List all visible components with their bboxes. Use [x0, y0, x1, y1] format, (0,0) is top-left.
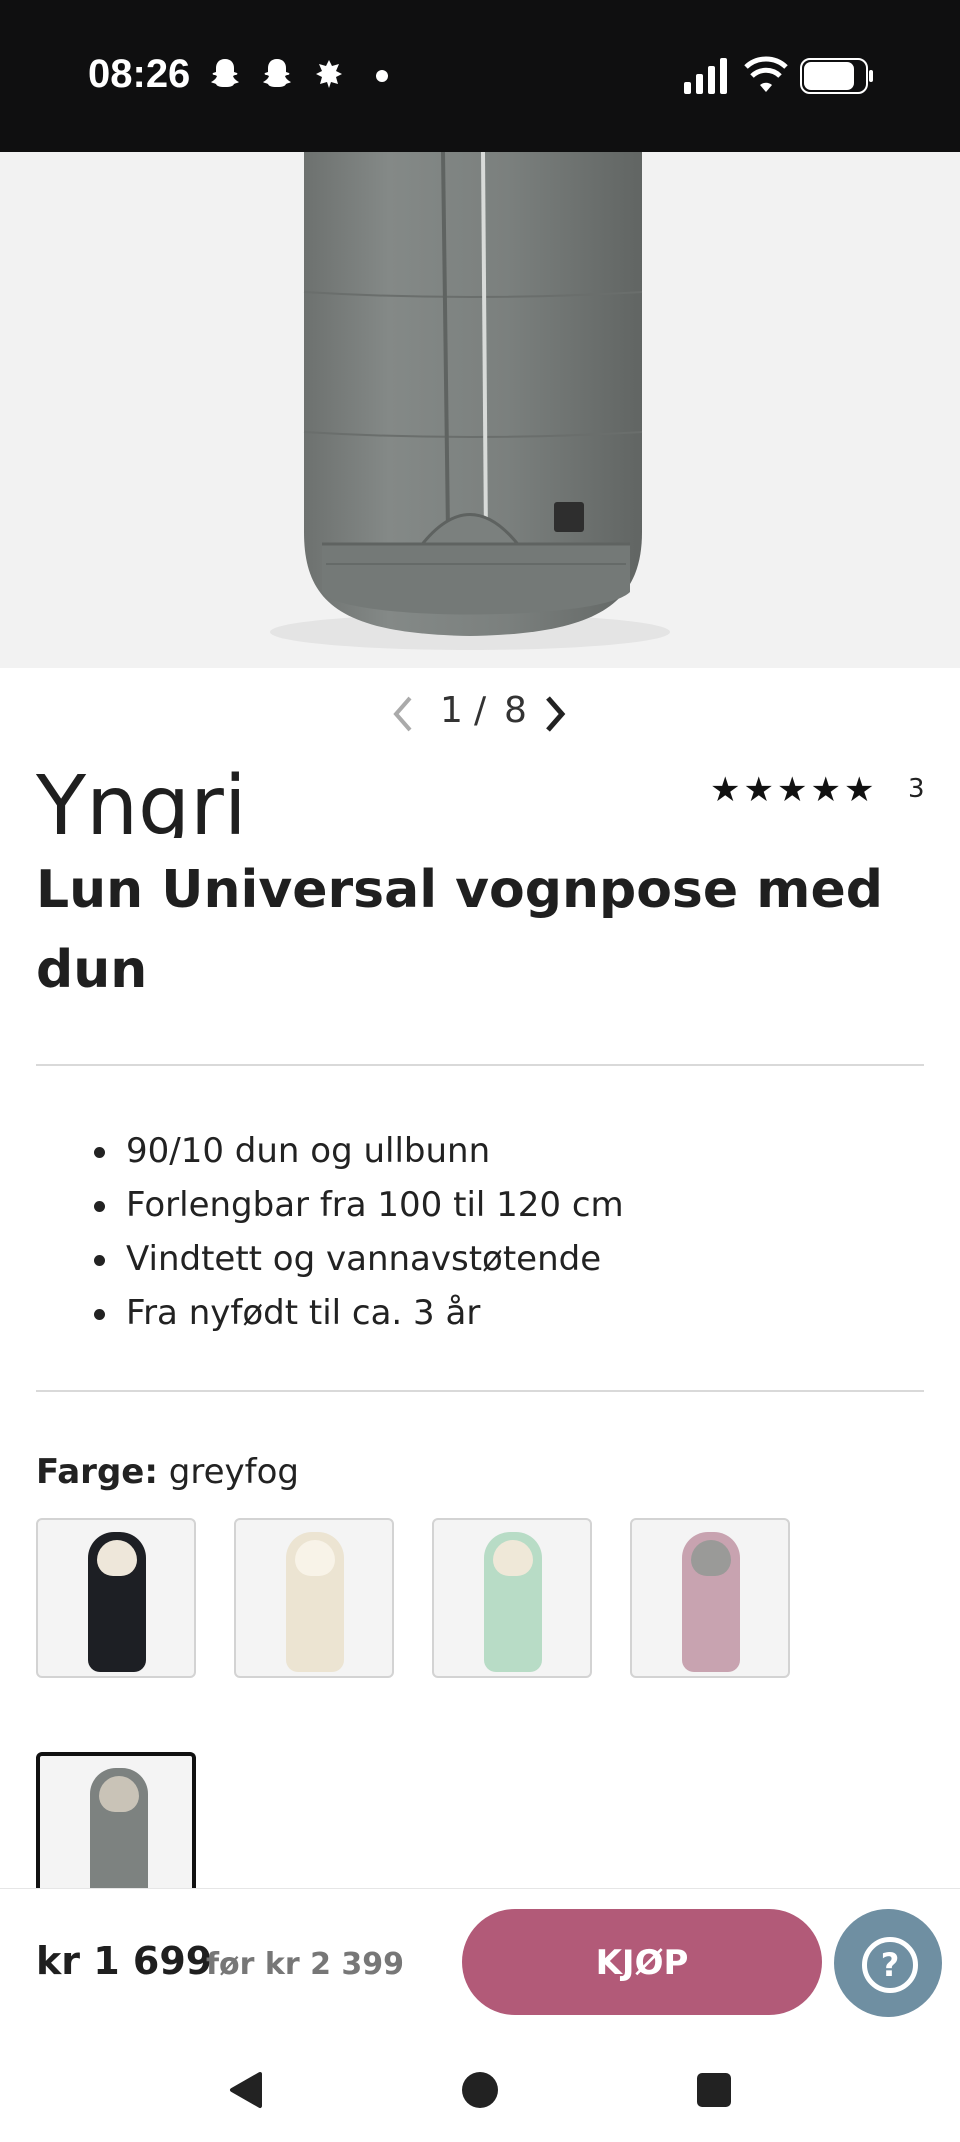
gallery-current: 1 — [440, 690, 463, 731]
star-icon: ★ — [776, 770, 811, 810]
swatch-image — [484, 1532, 542, 1672]
help-question-icon: ? — [862, 1937, 918, 1993]
rating-stars[interactable]: ★★★★★ — [710, 770, 877, 810]
star-icon: ★ — [743, 770, 777, 810]
yngri-logo: Yngri — [35, 759, 247, 854]
feature-item: 90/10 dun og ullbunn — [80, 1124, 624, 1178]
wifi-icon — [744, 56, 788, 92]
gallery-pager: 1 / 8 — [0, 690, 960, 740]
back-icon[interactable] — [228, 2070, 264, 2110]
swatch-mint[interactable] — [432, 1518, 592, 1678]
status-time: 08:26 — [88, 52, 191, 96]
chevron-right-icon[interactable] — [542, 694, 568, 734]
purchase-bar: kr 1 699 før kr 2 399 KJØP ? — [0, 1888, 960, 2037]
brand-logo[interactable]: Yngri — [35, 759, 276, 854]
gallery-total: 8 — [504, 690, 527, 731]
snapchat-icon — [211, 59, 239, 87]
swatch-greyfog-selected[interactable] — [36, 1752, 196, 1892]
color-selector-label: Farge: greyfog — [36, 1452, 299, 1492]
review-count[interactable]: 3 — [908, 774, 925, 804]
help-button[interactable]: ? — [834, 1909, 942, 2017]
feature-list: 90/10 dun og ullbunn Forlengbar fra 100 … — [80, 1124, 624, 1340]
status-bar: 08:26 — [0, 0, 960, 152]
star-icon: ★ — [710, 770, 744, 810]
home-icon[interactable] — [460, 2070, 500, 2110]
swatch-black[interactable] — [36, 1518, 196, 1678]
swatch-image — [682, 1532, 740, 1672]
feature-item: Vindtett og vannavstøtende — [80, 1232, 624, 1286]
battery-icon — [800, 58, 873, 94]
divider — [36, 1390, 924, 1392]
buy-button[interactable]: KJØP — [462, 1909, 822, 2015]
feature-item: Forlengbar fra 100 til 120 cm — [80, 1178, 624, 1232]
divider — [36, 1064, 924, 1066]
color-label: Farge: — [36, 1452, 158, 1492]
gallery-separator: / — [474, 690, 487, 731]
star-icon: ★ — [843, 770, 878, 810]
android-nav-bar — [0, 2036, 960, 2142]
recents-icon[interactable] — [696, 2072, 732, 2108]
cellular-signal-icon — [684, 58, 727, 94]
swatch-cream[interactable] — [234, 1518, 394, 1678]
swatch-image — [90, 1768, 148, 1892]
brand-logo-text: Yngri — [36, 762, 247, 838]
product-title: Lun Universal vognpose med dun — [36, 860, 883, 1000]
more-notifications-dot — [376, 70, 388, 82]
star-icon: ★ — [810, 770, 844, 810]
original-price: før kr 2 399 — [206, 1947, 405, 1982]
swatch-image — [88, 1532, 146, 1672]
selected-color: greyfog — [168, 1452, 299, 1492]
swatch-image — [286, 1532, 344, 1672]
chevron-left-icon[interactable] — [390, 694, 416, 734]
footmuff-photo — [270, 152, 670, 650]
feature-item: Fra nyfødt til ca. 3 år — [80, 1286, 624, 1340]
product-image[interactable] — [0, 152, 960, 668]
snapchat-icon — [263, 59, 291, 87]
notification-icon — [316, 60, 342, 88]
swatch-rose[interactable] — [630, 1518, 790, 1678]
current-price: kr 1 699 — [36, 1939, 213, 1983]
